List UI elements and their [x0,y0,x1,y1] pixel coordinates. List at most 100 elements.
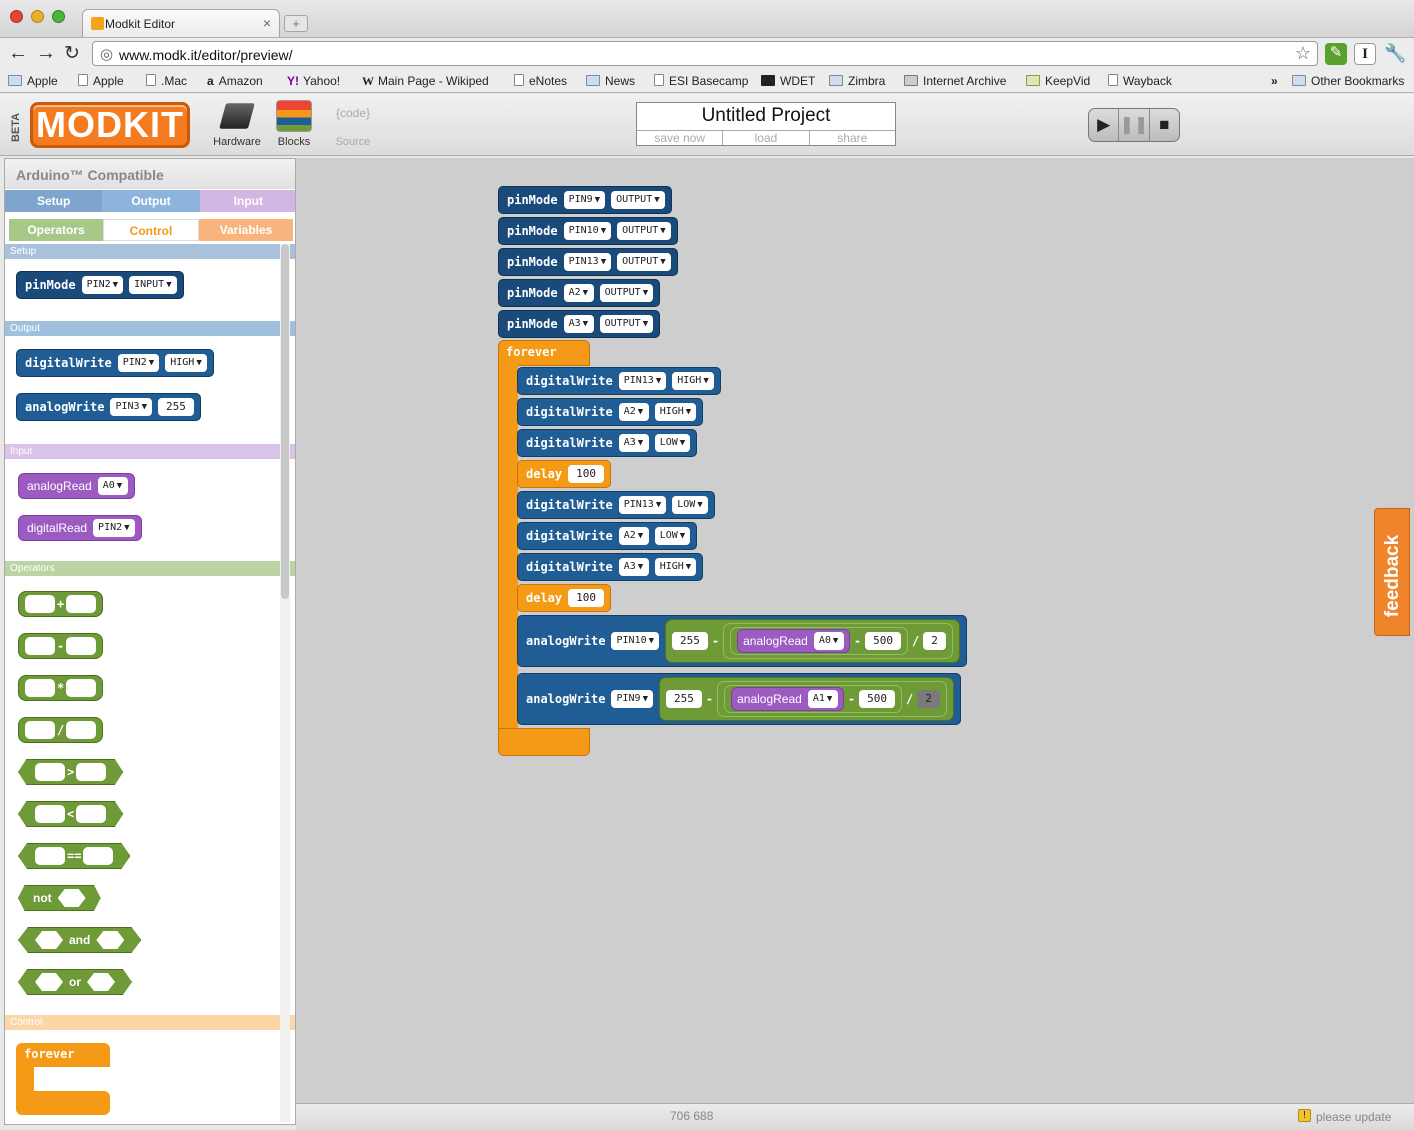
tab-operators[interactable]: Operators [9,219,103,241]
mode-dropdown[interactable]: OUTPUT ▼ [617,253,671,271]
delay-block[interactable]: delay 100 [517,584,611,612]
bookmark-item[interactable]: Apple [78,74,124,88]
url-text[interactable]: www.modk.it/editor/preview/ [119,47,293,63]
palette-digitalwrite-block[interactable]: digitalWrite PIN2 ▼ HIGH ▼ [16,349,214,377]
palette-subtract-operator[interactable]: - [18,633,104,659]
minimize-window-button[interactable] [31,10,44,23]
mode-dropdown[interactable]: OUTPUT ▼ [599,284,654,302]
pinmode-block[interactable]: pinMode A2 ▼ OUTPUT ▼ [498,279,661,307]
play-icon[interactable]: ▶ [1089,109,1120,141]
number-field[interactable]: 255 [666,690,702,708]
subtract-expression[interactable]: 255 - analogRead A0 ▼ - 500 / 2 [665,619,960,663]
bookmark-item[interactable]: News [586,74,635,88]
value-dropdown[interactable]: HIGH ▼ [165,354,207,372]
palette-and-operator[interactable]: and [18,927,142,953]
analogwrite-block[interactable]: analogWrite PIN9 ▼ 255 - analogRead A1 ▼ -… [517,673,961,725]
delay-block[interactable]: delay 100 [517,460,611,488]
please-update-link[interactable]: please update [1316,1110,1391,1124]
pinmode-block[interactable]: pinMode PIN10 ▼ OUTPUT ▼ [498,217,678,245]
bookmark-item[interactable]: eNotes [514,74,567,88]
palette-scrollbar-thumb[interactable] [281,244,289,599]
mode-dropdown[interactable]: OUTPUT ▼ [617,222,671,240]
palette-add-operator[interactable]: + [18,591,104,617]
pin-dropdown[interactable]: PIN13 ▼ [618,496,667,514]
pin-dropdown[interactable]: PIN10 ▼ [563,222,612,240]
pause-icon[interactable]: ❚❚ [1119,109,1150,141]
bookmark-item[interactable]: Y! Yahoo! [287,74,340,88]
pin-dropdown[interactable]: PIN2 ▼ [93,519,135,537]
pin-dropdown[interactable]: A2 ▼ [618,403,649,421]
forward-arrow-icon[interactable]: → [36,42,56,65]
pin-dropdown[interactable]: A3 ▼ [563,315,594,333]
bookmark-item[interactable]: WDET [761,74,815,88]
reload-icon[interactable]: ↻ [64,42,80,65]
bookmark-item[interactable]: Internet Archive [904,74,1006,88]
mode-dropdown[interactable]: OUTPUT ▼ [611,191,665,209]
value-dropdown[interactable]: LOW ▼ [672,496,708,514]
browser-tab[interactable]: Modkit Editor × [82,9,280,37]
digitalwrite-block[interactable]: digitalWrite A3 ▼ LOW ▼ [517,429,698,457]
palette-scrollbar[interactable] [280,244,290,1122]
tab-control[interactable]: Control [103,219,199,241]
analogread-block[interactable]: analogRead A1 ▼ [731,687,844,711]
evernote-extension-icon[interactable]: ✎ [1325,43,1347,65]
palette-digitalread-block[interactable]: digitalRead PIN2 ▼ [18,515,142,541]
pin-dropdown[interactable]: PIN2 ▼ [81,276,124,294]
number-field[interactable]: 2 [923,632,946,650]
hardware-view-button[interactable]: Hardware [212,100,262,148]
tab-close-icon[interactable]: × [263,15,271,31]
pin-dropdown[interactable]: A2 ▼ [618,527,649,545]
pin-dropdown[interactable]: A3 ▼ [618,558,649,576]
pin-dropdown[interactable]: PIN3 ▼ [110,398,152,416]
palette-analogwrite-block[interactable]: analogWrite PIN3 ▼ 255 [16,393,201,421]
pin-dropdown[interactable]: PIN9 ▼ [563,191,606,209]
mode-dropdown[interactable]: OUTPUT ▼ [599,315,654,333]
wrench-menu-icon[interactable]: 🔧 [1384,43,1406,65]
palette-analogread-block[interactable]: analogRead A0 ▼ [18,473,135,499]
tab-output[interactable]: Output [102,190,200,212]
feedback-tab[interactable]: feedback [1374,508,1410,636]
analogread-block[interactable]: analogRead A0 ▼ [737,629,850,653]
pin-dropdown[interactable]: PIN9 ▼ [611,690,653,708]
value-dropdown[interactable]: LOW ▼ [654,527,691,545]
pin-dropdown[interactable]: PIN2 ▼ [117,354,160,372]
bookmark-item[interactable]: W Main Page - Wikiped [362,74,489,89]
pin-dropdown[interactable]: A1 ▼ [807,690,838,708]
bookmark-item[interactable]: .Mac [146,74,187,88]
pinmode-block[interactable]: pinMode PIN13 ▼ OUTPUT ▼ [498,248,678,276]
mode-dropdown[interactable]: INPUT ▼ [129,276,177,294]
new-tab-button[interactable]: + [284,15,308,32]
palette-equals-operator[interactable]: == [18,843,131,869]
pin-dropdown[interactable]: PIN10 ▼ [611,632,660,650]
bookmark-item[interactable]: KeepVid [1026,74,1090,88]
pinmode-block[interactable]: pinMode PIN9 ▼ OUTPUT ▼ [498,186,672,214]
bookmarks-overflow-chevron[interactable]: » [1271,74,1278,88]
pin-dropdown[interactable]: A2 ▼ [563,284,594,302]
subtract-expression[interactable]: analogRead A0 ▼ - 500 [730,627,908,655]
address-bar[interactable]: ◎ www.modk.it/editor/preview/ ☆ [92,41,1318,66]
digitalwrite-block[interactable]: digitalWrite PIN13 ▼ LOW ▼ [517,491,715,519]
pin-dropdown[interactable]: A0 ▼ [813,632,844,650]
pin-dropdown[interactable]: PIN13 ▼ [563,253,612,271]
tab-input[interactable]: Input [199,190,295,212]
palette-forever-block[interactable]: forever [16,1043,110,1115]
pin-dropdown[interactable]: PIN13 ▼ [618,372,667,390]
delay-field[interactable]: 100 [568,589,604,607]
pinmode-block[interactable]: pinMode A3 ▼ OUTPUT ▼ [498,310,661,338]
palette-divide-operator[interactable]: / [18,717,104,743]
palette-or-operator[interactable]: or [18,969,132,995]
value-dropdown[interactable]: HIGH ▼ [654,558,697,576]
source-view-button[interactable]: {code} Source [328,100,378,148]
zoom-window-button[interactable] [52,10,65,23]
bookmark-item[interactable]: a Amazon [207,74,263,88]
divide-expression[interactable]: analogRead A1 ▼ - 500 / 2 [717,681,947,717]
save-now-button[interactable]: save now [637,131,724,145]
program-canvas[interactable]: pinMode PIN9 ▼ OUTPUT ▼ pinMode PIN10 ▼ OUT… [296,158,1414,1103]
bookmark-item[interactable]: Zimbra [829,74,885,88]
digitalwrite-block[interactable]: digitalWrite A2 ▼ HIGH ▼ [517,398,704,426]
number-field[interactable]: 500 [865,632,901,650]
pin-dropdown[interactable]: A0 ▼ [97,477,128,495]
subtract-expression[interactable]: analogRead A1 ▼ - 500 [724,685,902,713]
project-title[interactable]: Untitled Project [637,105,895,127]
tab-variables[interactable]: Variables [199,219,293,241]
